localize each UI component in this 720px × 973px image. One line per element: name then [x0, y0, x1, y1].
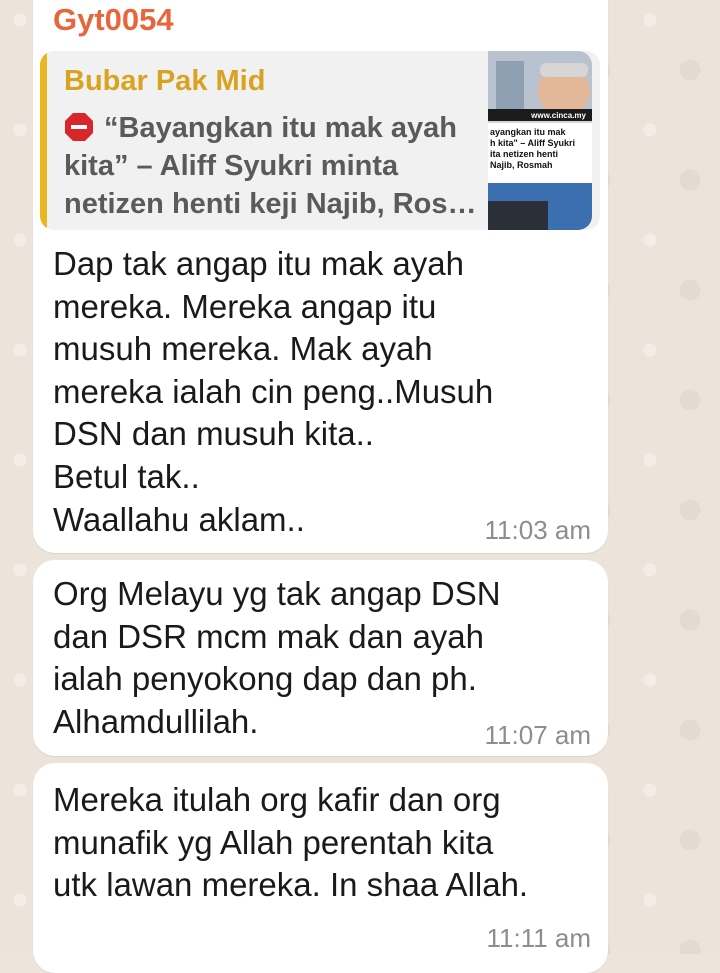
thumbnail-caption-line: ayangkan itu mak	[490, 127, 567, 137]
message-timestamp: 11:07 am	[484, 720, 591, 750]
quote-text: “Bayangkan itu mak ayah kita” – Aliff Sy…	[64, 112, 477, 220]
thumbnail-caption-line: ita netizen henti	[490, 149, 558, 159]
thumbnail-caption-line: Najib, Rosmah	[490, 160, 553, 170]
message-text: Dap tak angap itu mak ayah mereka. Merek…	[53, 245, 494, 538]
sender-name[interactable]: Gyt0054	[53, 2, 174, 38]
quote-text-wrap: “Bayangkan itu mak ayah kita” – Aliff Sy…	[64, 109, 484, 223]
quoted-message[interactable]: Bubar Pak Mid “Bayangkan itu mak ayah ki…	[40, 51, 600, 230]
message-bubble[interactable]: Org Melayu yg tak angap DSN dan DSR mcm …	[33, 560, 608, 756]
message-bubble[interactable]: Mereka itulah org kafir dan org munafik …	[33, 763, 608, 973]
thumbnail-caption-line: h kita" – Aliff Syukri	[490, 138, 575, 148]
message-timestamp: 11:11 am	[486, 923, 591, 953]
quote-bar	[40, 51, 47, 230]
quote-thumbnail[interactable]: www.cinca.my ayangkan itu mak h kita" – …	[488, 51, 592, 230]
message-text: Org Melayu yg tak angap DSN dan DSR mcm …	[53, 575, 501, 740]
message-text: Mereka itulah org kafir dan org munafik …	[53, 781, 529, 904]
thumbnail-site: www.cinca.my	[530, 111, 586, 120]
stop-sign-icon	[65, 113, 93, 141]
message-bubble[interactable]: Gyt0054 Bubar Pak Mid “Bayangkan itu mak…	[33, 0, 608, 553]
quote-thumbnail-image: www.cinca.my ayangkan itu mak h kita" – …	[488, 51, 592, 230]
message-timestamp: 11:03 am	[484, 515, 591, 545]
quote-author: Bubar Pak Mid	[64, 65, 266, 97]
